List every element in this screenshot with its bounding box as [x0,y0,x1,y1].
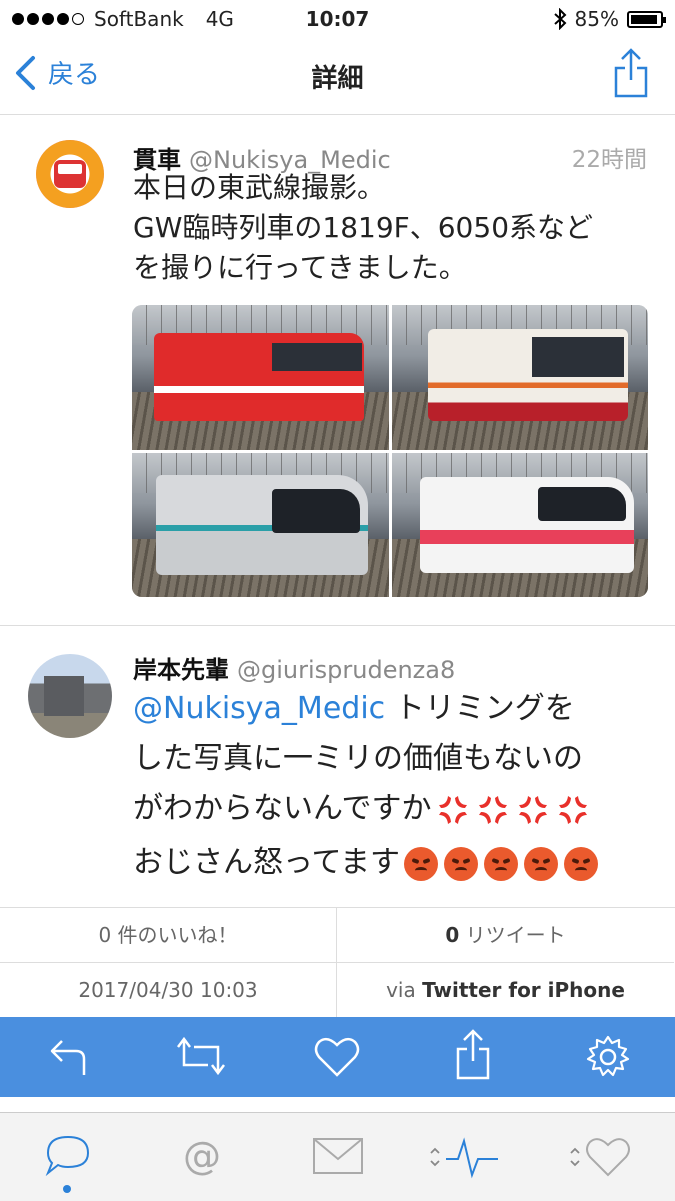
action-bar [0,1017,675,1097]
photo-grid [132,305,648,597]
tab-activity[interactable] [428,1135,500,1183]
avatar-house-icon [44,676,84,716]
anger-symbol-icon [518,795,547,824]
tweet-date: 2017/04/30 10:03 [0,963,337,1018]
timeline-icon [45,1135,90,1177]
tweet-text-line: おじさん怒ってます [133,838,598,888]
tab-mentions[interactable]: @ [180,1134,224,1183]
tweet-text-line: がわからないんですか [133,784,598,834]
author-name[interactable]: 岸本先輩 [133,656,229,684]
favorites-icon [570,1138,630,1177]
tweet-author: 岸本先輩 @giurisprudenza8 [133,650,455,685]
photo-silver-train[interactable] [132,452,389,597]
settings-icon[interactable] [586,1035,630,1079]
tweet-text: 本日の東武線撮影。 GW臨時列車の1819F、6050系など を撮りに行ってきま… [133,168,593,288]
tweet-text-line: した写真に一ミリの価値もないの [133,741,583,776]
anger-symbol-icon [558,795,587,824]
tab-favorites[interactable] [568,1135,634,1183]
tweet-text-line: を撮りに行ってきました。 [133,251,467,284]
photo-red-train[interactable] [132,305,389,450]
author-handle[interactable]: @giurisprudenza8 [237,656,455,684]
angry-face-icon [564,846,598,881]
messages-icon [313,1138,363,1174]
retweets-number: 0 [445,923,460,947]
tweet-text-segment: トリミングを [385,691,575,726]
tab-messages[interactable] [312,1137,364,1179]
angry-face-icon [404,846,438,881]
anger-symbol-icon [478,795,507,824]
photo-white-train[interactable] [391,305,648,450]
angry-face-icon [484,846,518,881]
avatar-logo-window-icon [58,164,82,174]
via-prefix: via [386,978,423,1002]
mention-link[interactable]: @Nukisya_Medic [133,691,385,726]
retweet-icon[interactable] [174,1035,228,1077]
tweet-text-line: @Nukisya_Medic トリミングを [133,684,598,734]
active-indicator [63,1185,71,1193]
tweet-text-segment: がわからないんですか [133,791,432,826]
tweet-text-line: 本日の東武線撮影。 [133,171,386,204]
tweet-source: via Twitter for iPhone [337,963,674,1018]
activity-icon [430,1137,498,1179]
angry-face-emoji-group [404,846,598,881]
like-icon[interactable] [313,1035,361,1077]
tweet-reply[interactable]: 岸本先輩 @giurisprudenza8 @Nukisya_Medic トリミン… [0,626,675,906]
tweet-text-line: GW臨時列車の1819F、6050系など [133,211,594,244]
tweet-stats: 0 件のいいね！ 0 リツイート 2017/04/30 10:03 via Tw… [0,907,675,1018]
via-app[interactable]: Twitter for iPhone [422,978,625,1002]
tweet-text-segment: おじさん怒ってます [133,845,400,880]
angry-face-icon [444,846,478,881]
photo-pink-train[interactable] [391,452,648,597]
anger-emoji-group [436,793,590,827]
mentions-icon: @ [183,1134,221,1178]
angry-face-icon [524,846,558,881]
tab-bar: @ [0,1112,675,1201]
likes-count[interactable]: 0 件のいいね！ [0,908,337,963]
share-icon[interactable] [455,1029,491,1081]
retweets-label: リツイート [459,923,566,947]
retweets-count[interactable]: 0 リツイート [337,908,674,963]
anger-symbol-icon [438,795,467,824]
reply-icon[interactable] [48,1035,88,1077]
tweet-text: @Nukisya_Medic トリミングを した写真に一ミリの価値もないの がわ… [133,684,598,888]
avatar[interactable] [36,140,104,208]
tab-timeline[interactable] [44,1133,92,1193]
tweet-main[interactable]: 貫車 @Nukisya_Medic 22時間 本日の東武線撮影。 GW臨時列車の1… [0,0,675,625]
svg-text:@: @ [183,1135,221,1178]
avatar[interactable] [28,654,112,738]
